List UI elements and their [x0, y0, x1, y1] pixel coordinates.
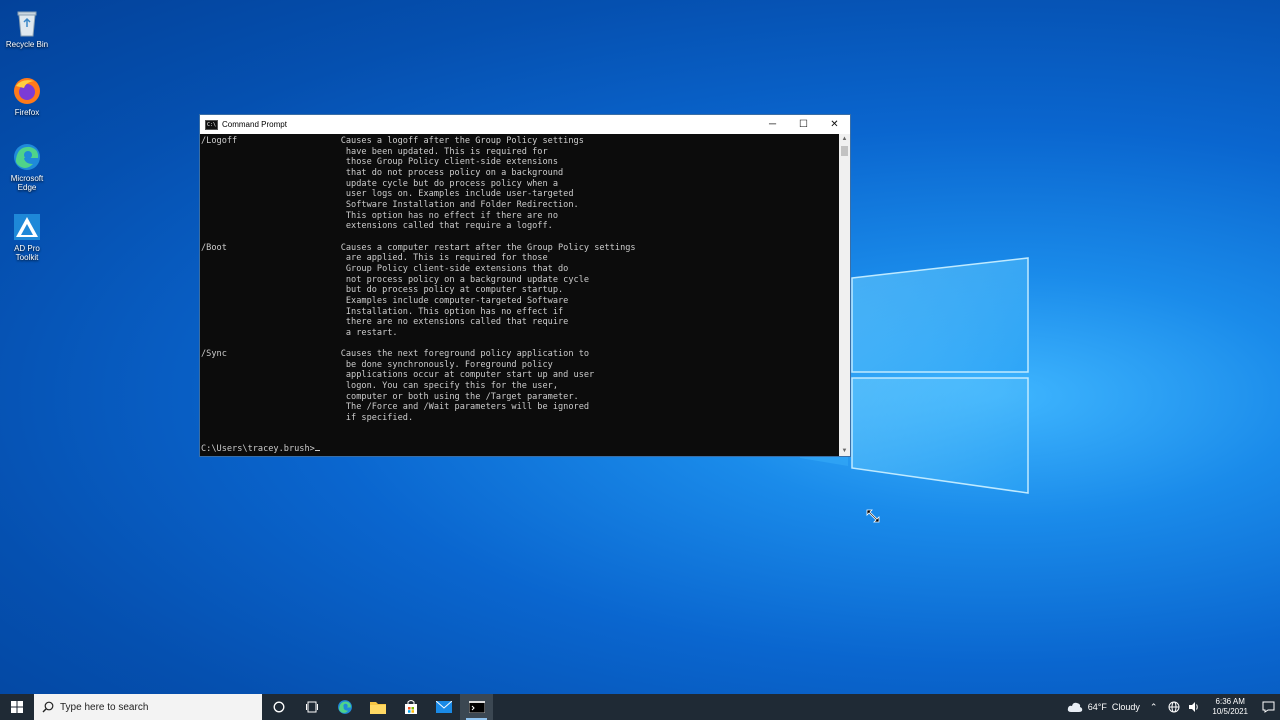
clock-date: 10/5/2021 [1212, 707, 1248, 716]
window-titlebar[interactable]: C:\ Command Prompt ─ ☐ ✕ [200, 115, 850, 134]
desktop-icon-label: AD Pro Toolkit [14, 244, 40, 262]
desktop-icon-label: Recycle Bin [5, 40, 49, 49]
desktop-icon-firefox[interactable]: Firefox [4, 76, 50, 117]
resize-cursor-icon [866, 509, 880, 523]
folder-icon [369, 702, 386, 714]
show-hidden-icons-button[interactable]: ⌃ [1150, 702, 1161, 713]
taskbar-search-box[interactable]: Type here to search [34, 694, 262, 720]
taskbar-mail[interactable] [427, 694, 460, 720]
minimize-button[interactable]: ─ [757, 115, 788, 134]
window-title: Command Prompt [222, 120, 287, 129]
search-icon [42, 701, 54, 713]
taskbar-edge[interactable] [328, 694, 361, 720]
scrollbar-thumb[interactable] [841, 146, 848, 156]
console-output-area[interactable]: /Logoff Causes a logoff after the Group … [200, 134, 839, 456]
start-button[interactable] [0, 694, 34, 720]
weather-temp: 64°F [1087, 702, 1107, 712]
recycle-bin-icon [17, 11, 37, 37]
weather-condition: Cloudy [1111, 702, 1140, 712]
cortana-button[interactable] [262, 694, 295, 720]
system-tray: 64°F Cloudy ⌃ 6:36 AM 10/5/2021 [1067, 694, 1280, 720]
firefox-icon [14, 78, 40, 104]
close-button[interactable]: ✕ [819, 115, 850, 134]
task-view-button[interactable] [295, 694, 328, 720]
search-placeholder: Type here to search [60, 701, 149, 713]
edge-icon [337, 700, 352, 714]
taskbar-store[interactable] [394, 694, 427, 720]
desktop-icon-recycle-bin[interactable]: Recycle Bin [4, 8, 50, 49]
cortana-circle-icon [273, 701, 284, 713]
vertical-scrollbar[interactable]: ▲ ▼ [839, 134, 850, 456]
desktop-icon-edge[interactable]: Microsoft Edge [4, 142, 50, 192]
cmd-icon [468, 701, 485, 713]
scroll-down-arrow[interactable]: ▼ [839, 446, 850, 456]
weather-widget[interactable]: 64°F Cloudy [1067, 702, 1140, 712]
store-bag-icon [404, 700, 417, 714]
desktop-icon-ad-pro-toolkit[interactable]: AD Pro Toolkit [4, 212, 50, 262]
maximize-button[interactable]: ☐ [788, 115, 819, 134]
desktop-icon-label: Microsoft Edge [10, 174, 44, 192]
taskbar-file-explorer[interactable] [361, 694, 394, 720]
notification-icon [1262, 701, 1274, 713]
windows-start-icon [11, 701, 23, 713]
prompt-text: C:\Users\tracey.brush> [201, 444, 315, 455]
ad-pro-toolkit-icon [14, 214, 40, 240]
desktop-icon-label: Firefox [14, 108, 40, 117]
mail-icon [435, 701, 452, 713]
edge-icon [14, 144, 40, 170]
network-globe-icon[interactable] [1168, 701, 1180, 713]
taskbar-clock[interactable]: 6:36 AM 10/5/2021 [1212, 697, 1248, 717]
clock-time: 6:36 AM [1215, 697, 1245, 706]
scroll-up-arrow[interactable]: ▲ [839, 134, 850, 144]
volume-icon[interactable] [1188, 701, 1200, 713]
taskbar: Type here to search 64°F Cloudy ⌃ 6:36 A… [0, 694, 1280, 720]
console-output: /Logoff Causes a logoff after the Group … [201, 136, 636, 424]
command-prompt-line[interactable]: C:\Users\tracey.brush> [201, 444, 320, 455]
task-view-icon [305, 701, 318, 713]
cloud-icon [1067, 702, 1082, 712]
cmd-app-icon[interactable]: C:\ [205, 119, 218, 130]
text-cursor [314, 450, 320, 452]
taskbar-command-prompt[interactable] [460, 694, 493, 720]
command-prompt-window[interactable]: C:\ Command Prompt ─ ☐ ✕ /Logoff Causes … [199, 114, 851, 457]
action-center-button[interactable] [1256, 701, 1280, 713]
